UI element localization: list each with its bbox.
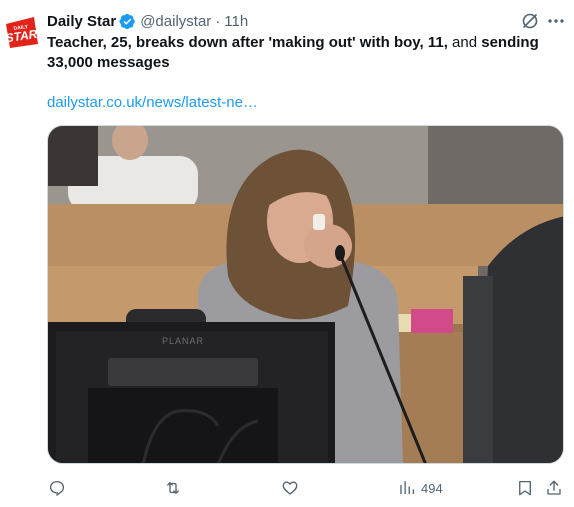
like-icon <box>282 481 298 495</box>
tweet-text: Teacher, 25, breaks down after 'making o… <box>47 33 557 73</box>
timestamp[interactable]: 11h <box>224 13 248 30</box>
reply-icon <box>49 480 65 497</box>
bookmark-icon <box>519 480 531 496</box>
tweet-actions: 494 <box>0 476 574 500</box>
views-icon <box>400 481 415 494</box>
monitor-brand-text: PLANAR <box>162 336 204 346</box>
like-button[interactable] <box>281 476 299 500</box>
bookmark-button[interactable] <box>516 476 534 500</box>
separator-dot: · <box>215 12 221 30</box>
views-button[interactable]: 494 <box>398 476 443 500</box>
verified-badge-icon <box>119 13 135 29</box>
more-icon[interactable] <box>546 12 566 30</box>
tweet-media-image[interactable]: PLANAR <box>47 125 564 464</box>
courtroom-photo: PLANAR <box>48 126 563 463</box>
share-icon <box>547 480 561 495</box>
share-button[interactable] <box>545 476 563 500</box>
tweet-text-bold-1: Teacher, 25, breaks down after 'making o… <box>47 34 448 51</box>
tweet-text-plain: and <box>447 34 482 51</box>
grok-icon[interactable] <box>521 12 539 30</box>
tweet-header: Daily Star @dailystar · 11h <box>47 10 248 32</box>
tweet[interactable]: DAILY STAR Daily Star @dailystar · 11h T… <box>0 0 574 507</box>
daily-star-logo: DAILY STAR <box>5 17 38 48</box>
views-count: 494 <box>421 480 443 496</box>
author-handle[interactable]: @dailystar <box>140 13 211 30</box>
avatar[interactable]: DAILY STAR <box>4 14 40 50</box>
reply-button[interactable] <box>48 476 66 500</box>
author-name[interactable]: Daily Star <box>47 13 116 30</box>
retweet-icon <box>167 482 179 494</box>
article-link[interactable]: dailystar.co.uk/news/latest-ne… <box>47 93 258 113</box>
retweet-button[interactable] <box>164 476 182 500</box>
